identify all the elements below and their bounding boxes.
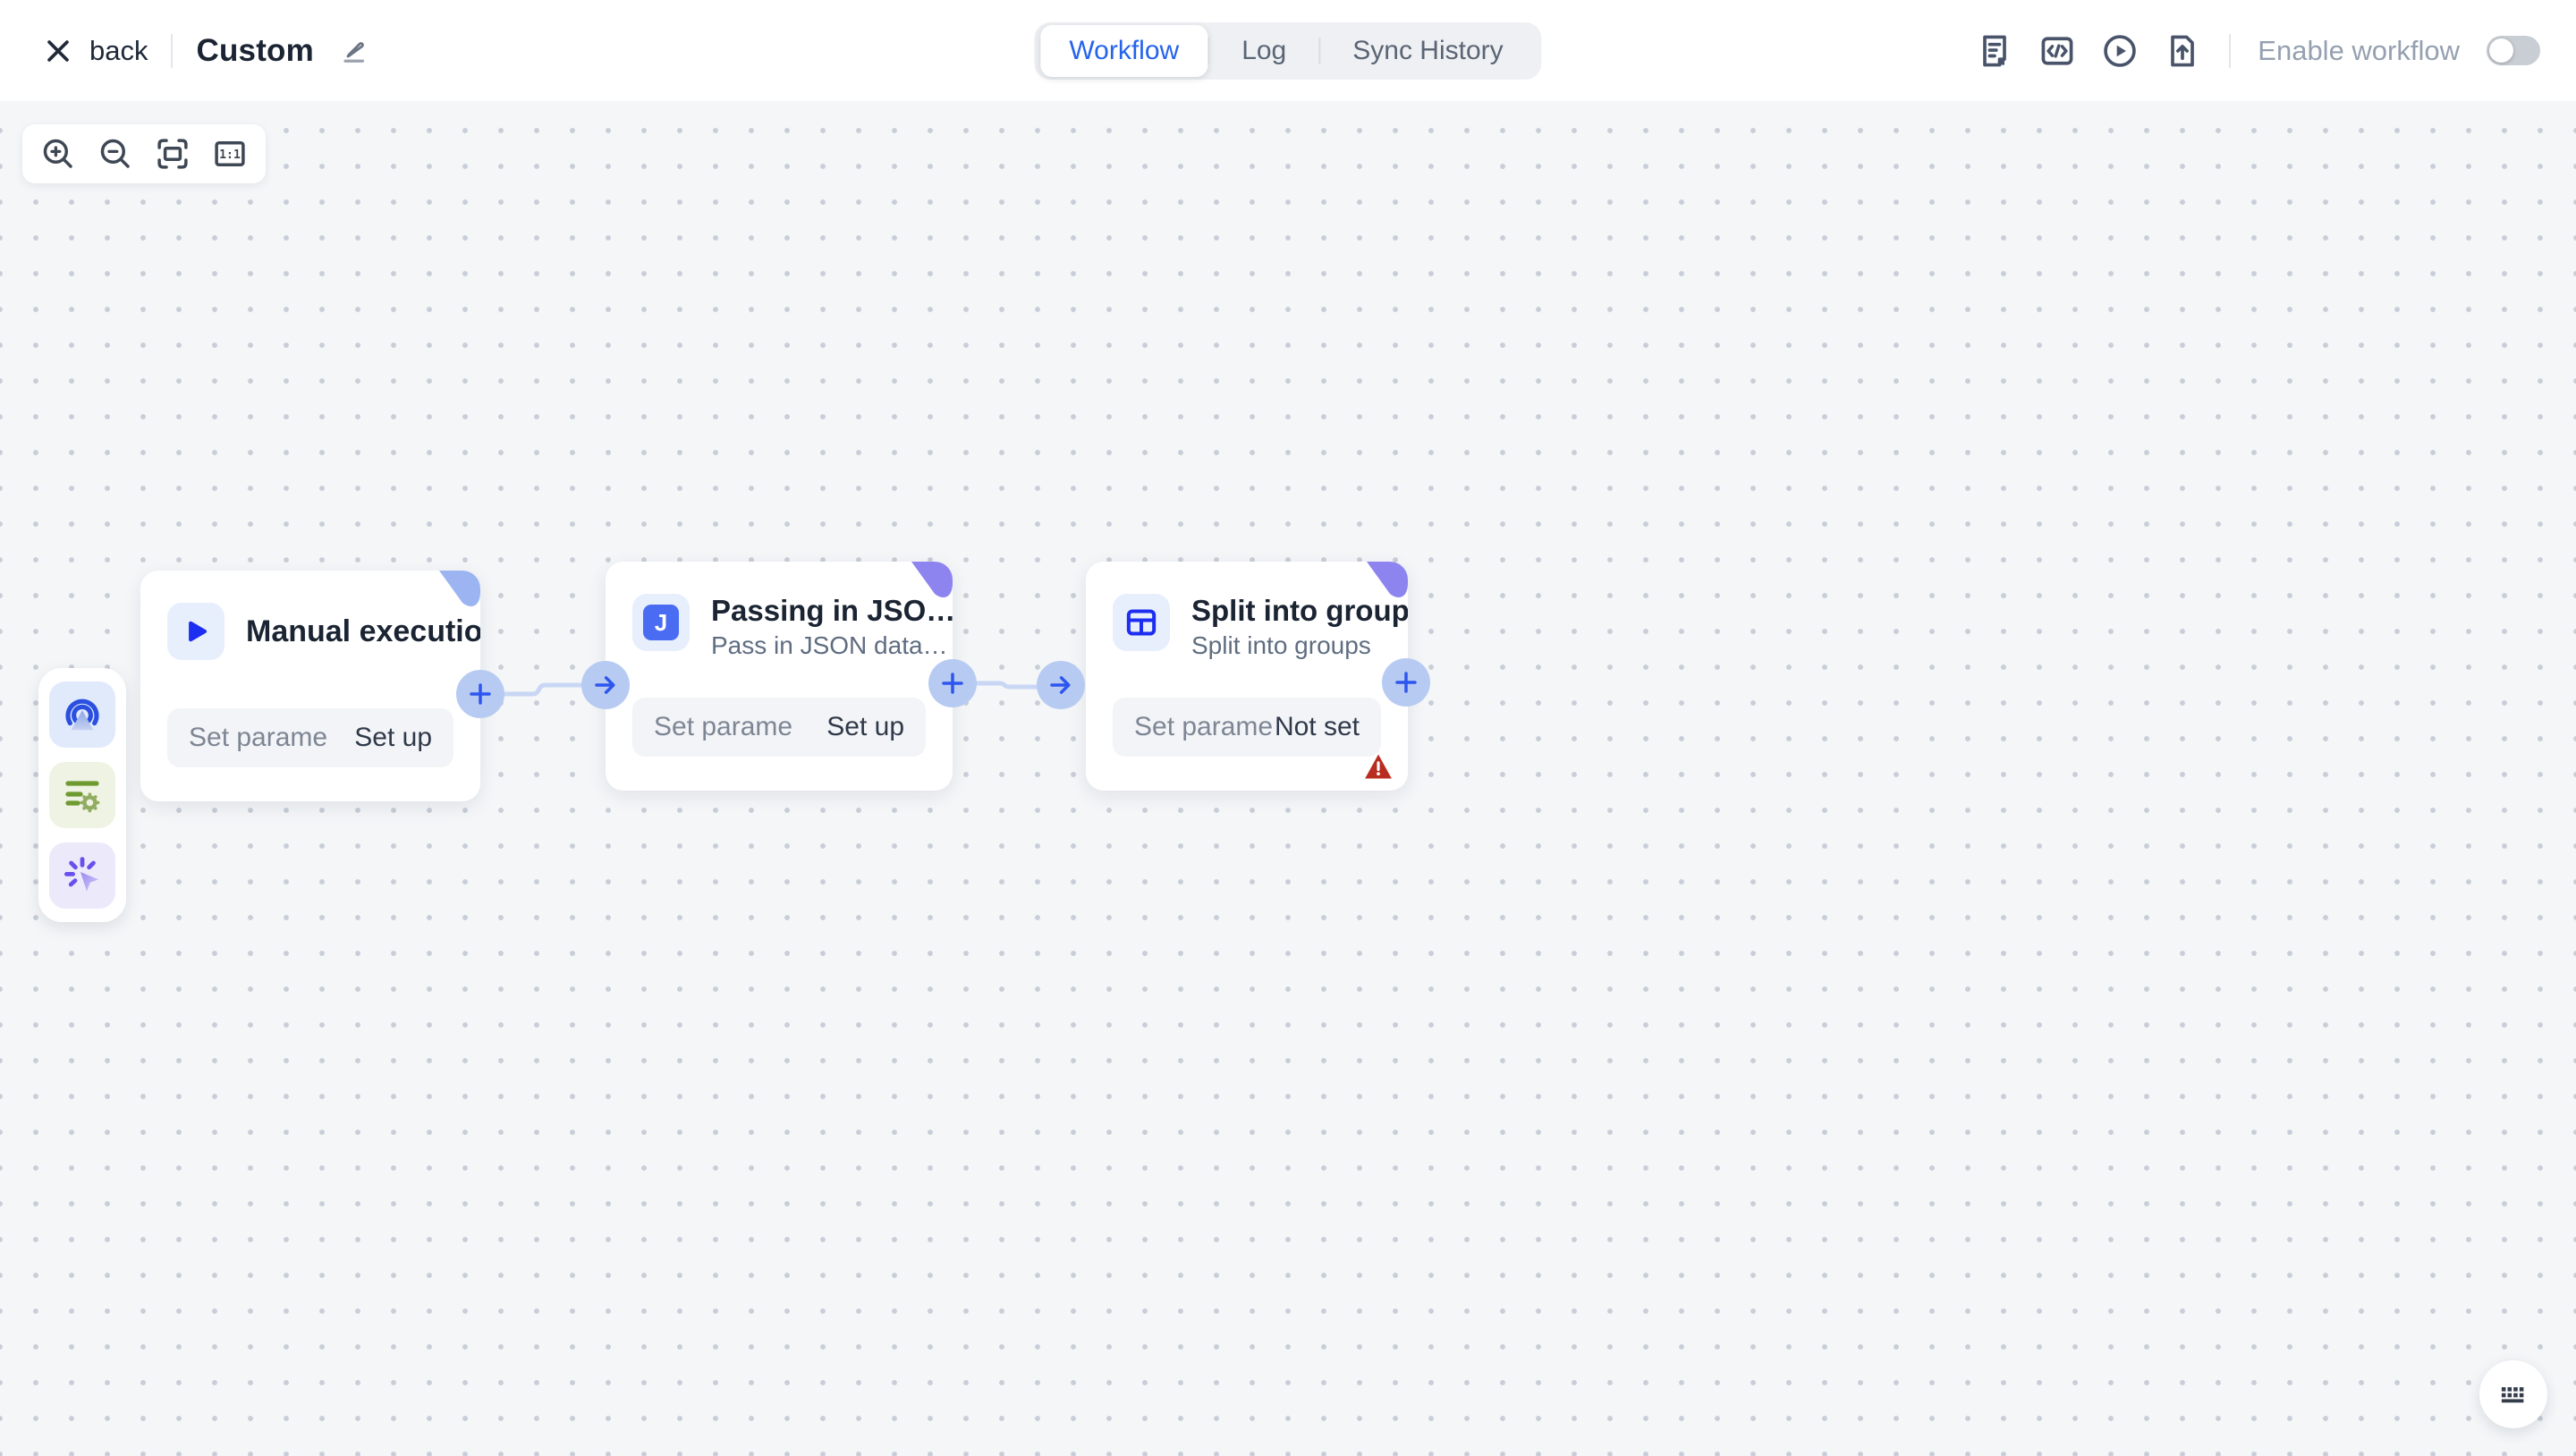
interaction-icon	[64, 857, 98, 892]
canvas-toolbar: 1:1	[22, 124, 266, 183]
node-subtitle: Split into groups	[1191, 631, 1371, 659]
view-tabs: Workflow Log Sync History	[1034, 21, 1542, 80]
param-value: Set up	[826, 712, 904, 741]
plus-icon	[1395, 672, 1417, 693]
top-bar: back Custom Workflow Log Sync History En…	[0, 0, 2576, 101]
plus-icon	[942, 673, 963, 694]
page-title: Custom	[196, 32, 314, 68]
trigger-icon	[65, 698, 99, 731]
json-letter: J	[643, 605, 679, 640]
tab-workflow[interactable]: Workflow	[1040, 24, 1208, 77]
node-title: Split into groups	[1191, 594, 1408, 627]
param-label: Set parame	[654, 712, 793, 741]
add-interaction-node-button[interactable]	[49, 842, 115, 909]
run-icon	[2104, 34, 2137, 67]
workflow-canvas[interactable]: 1:1 Manual execution Set parame Set up J…	[0, 101, 2576, 1456]
param-label: Set parame	[1134, 712, 1274, 741]
back-button[interactable]: back	[43, 35, 148, 67]
zoom-in-icon	[43, 139, 72, 168]
one-to-one-icon: 1:1	[215, 141, 245, 166]
zoom-out-icon	[100, 139, 130, 168]
fit-view-button[interactable]	[154, 135, 191, 173]
top-bar-right: Enable workflow	[1975, 0, 2540, 101]
zoom-in-button[interactable]	[39, 135, 77, 173]
log-icon	[1983, 35, 2007, 66]
play-icon	[167, 603, 225, 660]
close-icon	[47, 39, 69, 62]
input-port-button[interactable]	[581, 661, 630, 709]
param-label: Set parame	[189, 723, 328, 752]
plus-icon	[470, 683, 491, 705]
node-subtitle: Pass in JSON data…	[711, 631, 948, 659]
json-icon: J	[632, 594, 690, 651]
param-row[interactable]: Set parame Set up	[632, 698, 926, 757]
publish-button[interactable]	[2163, 31, 2202, 71]
rename-button[interactable]	[337, 35, 369, 67]
code-icon	[2041, 36, 2073, 65]
keyboard-icon	[2501, 1387, 2524, 1403]
svg-text:1:1: 1:1	[219, 148, 241, 162]
workflow-editor: back Custom Workflow Log Sync History En…	[0, 0, 2576, 1456]
add-next-node-button[interactable]	[456, 670, 504, 718]
enable-workflow-toggle[interactable]	[2487, 36, 2540, 65]
param-row[interactable]: Set parame Set up	[167, 708, 453, 767]
node-palette	[38, 668, 126, 922]
tab-log[interactable]: Log	[1209, 29, 1318, 73]
tab-sync-history[interactable]: Sync History	[1320, 29, 1535, 73]
node-title: Manual execution	[246, 614, 480, 648]
add-action-node-button[interactable]	[49, 762, 115, 828]
publish-icon	[2171, 35, 2195, 66]
add-next-node-button[interactable]	[928, 659, 977, 707]
warning-icon	[1363, 752, 1394, 785]
add-trigger-node-button[interactable]	[49, 681, 115, 748]
node-header: Manual execution	[167, 603, 480, 660]
run-button[interactable]	[2100, 31, 2140, 71]
param-row[interactable]: Set parame Not set	[1113, 698, 1381, 757]
node-text: Passing in JSO… Pass in JSON data…	[711, 594, 953, 660]
param-value: Set up	[354, 723, 432, 752]
divider	[171, 33, 174, 68]
log-button[interactable]	[1975, 31, 2014, 71]
code-view-button[interactable]	[2038, 31, 2077, 71]
header-actions	[1975, 31, 2202, 71]
input-port-button[interactable]	[1037, 661, 1085, 709]
one-to-one-button[interactable]: 1:1	[211, 135, 249, 173]
arrow-right-icon	[1050, 676, 1071, 694]
node-split-into-groups[interactable]: Split into groups Split into groups Set …	[1086, 562, 1408, 791]
zoom-out-button[interactable]	[97, 135, 134, 173]
add-next-node-button[interactable]	[1382, 658, 1430, 707]
shortcuts-button[interactable]	[2479, 1360, 2547, 1428]
node-manual-execution[interactable]: Manual execution Set parame Set up	[140, 571, 480, 801]
param-value: Not set	[1274, 712, 1360, 741]
node-title: Passing in JSO…	[711, 594, 953, 627]
node-header: Split into groups Split into groups	[1113, 594, 1408, 660]
table-icon	[1113, 594, 1170, 651]
pencil-icon	[343, 41, 365, 63]
node-header: J Passing in JSO… Pass in JSON data…	[632, 594, 953, 660]
divider	[2229, 33, 2232, 68]
enable-workflow-label: Enable workflow	[2258, 34, 2460, 66]
toggle-knob	[2489, 38, 2513, 63]
arrow-right-icon	[595, 676, 615, 694]
back-label: back	[89, 34, 148, 66]
node-passing-in-json[interactable]: J Passing in JSO… Pass in JSON data… Set…	[606, 562, 953, 791]
top-bar-left: back Custom	[43, 0, 369, 101]
action-icon	[65, 781, 100, 813]
fit-view-icon	[157, 139, 188, 169]
node-text: Split into groups Split into groups	[1191, 594, 1408, 660]
